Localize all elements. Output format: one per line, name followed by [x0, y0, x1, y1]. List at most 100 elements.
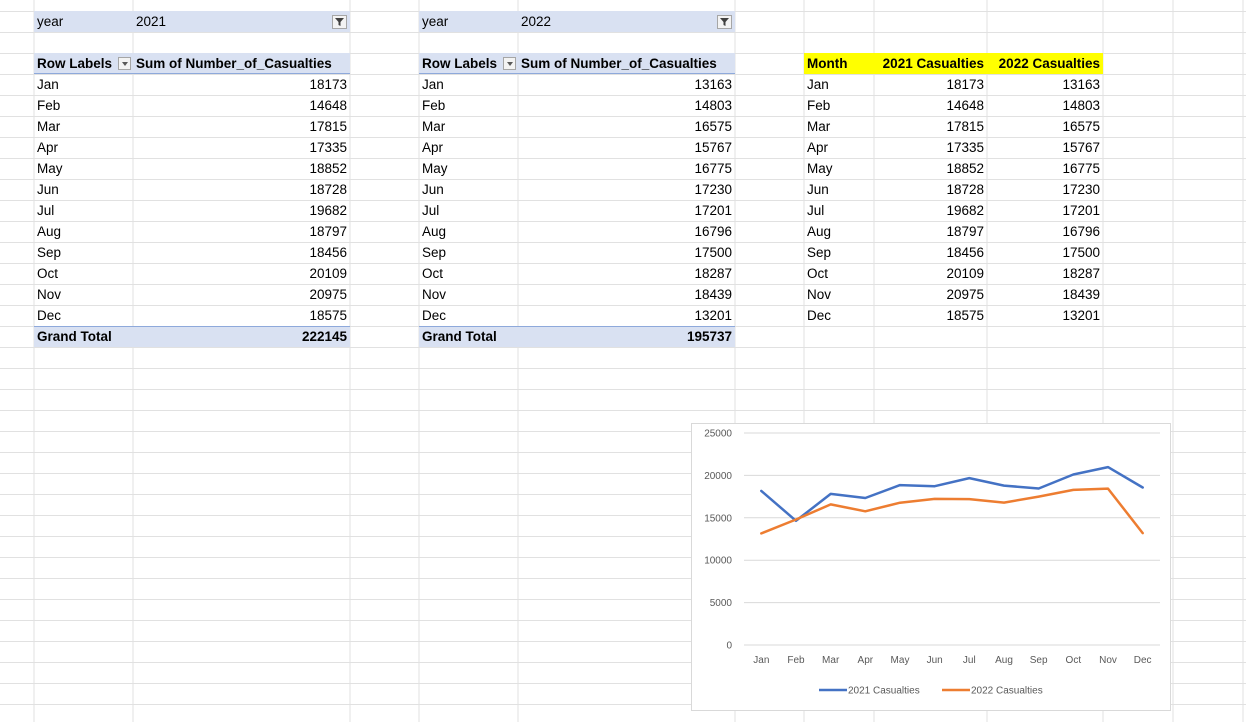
pivot2-filter-button[interactable]	[717, 15, 732, 29]
summary-cell-month: Feb	[807, 98, 831, 113]
summary-cell-month: Aug	[807, 224, 832, 239]
y-tick-label: 15000	[704, 513, 732, 524]
summary-cell-2021: 18852	[946, 161, 984, 176]
summary-cell-2022: 17230	[1062, 182, 1100, 197]
x-tick-label: Aug	[995, 655, 1013, 666]
pivot1-filter-button[interactable]	[332, 15, 347, 29]
summary-cell-month: May	[807, 161, 833, 176]
pivot2-row-value: 18439	[694, 287, 732, 302]
pivot2-row-value: 13201	[694, 308, 732, 323]
summary-cell-2021: 19682	[946, 203, 984, 218]
summary-cell-2022: 13163	[1062, 77, 1100, 92]
summary-cell-2021: 18173	[946, 77, 984, 92]
summary-cell-2021: 20109	[946, 266, 984, 281]
pivot2-row-month: Aug	[422, 224, 447, 239]
summary-cell-2021: 18575	[946, 308, 984, 323]
chevron-down-icon	[122, 62, 128, 66]
pivot1-sum-header: Sum of Number_of_Casualties	[136, 56, 332, 71]
summary-cell-2022: 16796	[1062, 224, 1100, 239]
pivot1-row-month: Feb	[37, 98, 61, 113]
summary-cell-2022: 17201	[1062, 203, 1100, 218]
pivot2-row-labels-dropdown[interactable]	[503, 57, 516, 70]
pivot2-row-month: Dec	[422, 308, 447, 323]
pivot1-row-value: 18797	[309, 224, 347, 239]
summary-cell-2022: 15767	[1062, 140, 1100, 155]
summary-cell-2021: 18456	[946, 245, 984, 260]
summary-cell-2022: 18287	[1062, 266, 1100, 281]
pivot1-row-month: Aug	[37, 224, 62, 239]
pivot1-grand-total-label: Grand Total	[37, 329, 112, 344]
pivot2-grand-total-label: Grand Total	[422, 329, 497, 344]
summary-cell-2021: 17335	[946, 140, 984, 155]
y-tick-label: 0	[726, 641, 732, 652]
summary-cell-month: Dec	[807, 308, 832, 323]
pivot2-row-month: Apr	[422, 140, 444, 155]
casualties-line-chart[interactable]: 0 5000 10000 15000 20000 25000 Jan Feb Mar Apr May…	[691, 423, 1171, 711]
pivot2-row-month: Nov	[422, 287, 447, 302]
pivot1-row-month: Mar	[37, 119, 61, 134]
summary-cell-2022: 16575	[1062, 119, 1100, 134]
pivot2-filter-label: year	[422, 14, 449, 29]
pivot1-row-month: Jan	[37, 77, 59, 92]
x-tick-label: Jul	[963, 655, 976, 666]
pivot1-row-value: 17335	[309, 140, 347, 155]
pivot1-grand-total-value: 222145	[301, 329, 347, 344]
summary-cell-2021: 18797	[946, 224, 984, 239]
filter-funnel-icon	[720, 18, 729, 26]
x-tick-label: Nov	[1099, 655, 1117, 666]
summary-cell-2021: 18728	[946, 182, 984, 197]
pivot2-row-value: 14803	[694, 98, 732, 113]
pivot1-row-month: Jul	[37, 203, 55, 218]
chevron-down-icon	[507, 62, 513, 66]
pivot1-row-value: 14648	[309, 98, 347, 113]
summary-cell-2021: 14648	[946, 98, 984, 113]
pivot1-row-month: Nov	[37, 287, 62, 302]
pivot1-row-labels-dropdown[interactable]	[118, 57, 131, 70]
pivot2-row-value: 16775	[694, 161, 732, 176]
pivot2-row-value: 16796	[694, 224, 732, 239]
pivot1-row-value: 18575	[309, 308, 347, 323]
pivot2-sum-header: Sum of Number_of_Casualties	[521, 56, 717, 71]
pivot2-row-value: 15767	[694, 140, 732, 155]
summary-cell-2022: 16775	[1062, 161, 1100, 176]
summary-cell-2022: 13201	[1062, 308, 1100, 323]
pivot1-row-value: 18852	[309, 161, 347, 176]
summary-cell-2021: 17815	[946, 119, 984, 134]
pivot2-row-value: 13163	[694, 77, 732, 92]
pivot2-row-value: 17201	[694, 203, 732, 218]
pivot1-row-value: 18173	[309, 77, 347, 92]
summary-header-2022: 2022 Casualties	[998, 56, 1100, 71]
pivot1-row-month: Jun	[37, 182, 59, 197]
y-tick-label: 10000	[704, 556, 732, 567]
summary-cell-2021: 20975	[946, 287, 984, 302]
summary-cell-2022: 18439	[1062, 287, 1100, 302]
pivot2-row-month: Mar	[422, 119, 446, 134]
pivot1-row-month: Dec	[37, 308, 62, 323]
pivot2-filter-value[interactable]: 2022	[518, 11, 668, 32]
summary-cell-month: Nov	[807, 287, 832, 302]
pivot2-row-value: 17230	[694, 182, 732, 197]
x-tick-label: Mar	[822, 655, 840, 666]
x-tick-label: Sep	[1030, 655, 1048, 666]
pivot2-row-month: Feb	[422, 98, 446, 113]
pivot1-row-month: May	[37, 161, 63, 176]
summary-cell-month: Jan	[807, 77, 829, 92]
pivot1-row-value: 20109	[309, 266, 347, 281]
summary-cell-2022: 17500	[1062, 245, 1100, 260]
summary-cell-2022: 14803	[1062, 98, 1100, 113]
pivot2-row-month: May	[422, 161, 448, 176]
x-tick-label: May	[891, 655, 910, 666]
pivot1-row-month: Oct	[37, 266, 59, 281]
pivot1-row-value: 20975	[309, 287, 347, 302]
pivot2-row-value: 16575	[694, 119, 732, 134]
y-tick-label: 5000	[710, 598, 733, 609]
pivot2-row-month: Jun	[422, 182, 444, 197]
pivot2-grand-total-value: 195737	[686, 329, 732, 344]
chart-plot: 0 5000 10000 15000 20000 25000 Jan Feb Mar Apr May…	[704, 429, 1160, 697]
summary-cell-month: Apr	[807, 140, 829, 155]
summary-header-month: Month	[807, 56, 848, 71]
pivot1-filter-value[interactable]: 2021	[133, 11, 283, 32]
summary-cell-month: Mar	[807, 119, 831, 134]
filter-funnel-icon	[335, 18, 344, 26]
pivot2-row-month: Sep	[422, 245, 447, 260]
